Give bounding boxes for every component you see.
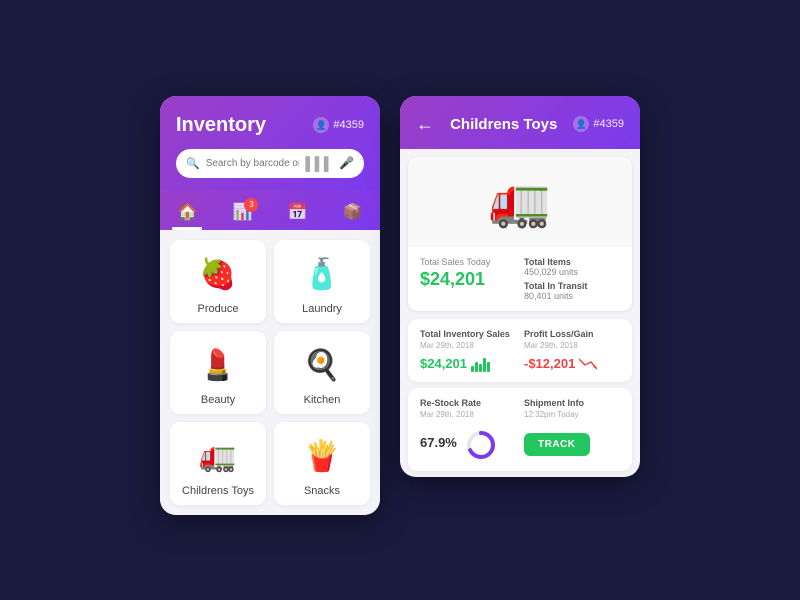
total-items-value: 450,029 units <box>524 267 620 277</box>
profit-date: Mar 29th, 2018 <box>524 341 620 350</box>
sales-today-value: $24,201 <box>420 269 516 290</box>
user-id: #4359 <box>333 119 364 131</box>
transit-value: 80,401 units <box>524 291 620 301</box>
shipment-date: 12:32pm Today <box>524 410 620 419</box>
toys-img: 🚛 <box>192 434 244 479</box>
nav-tab-calendar[interactable]: 📅 <box>280 198 316 226</box>
kitchen-label: Kitchen <box>304 394 341 406</box>
analytics-badge: 3 <box>244 198 258 212</box>
beauty-img: 💄 <box>192 343 244 388</box>
loss-chart <box>579 357 595 369</box>
search-icon: 🔍 <box>186 157 200 170</box>
profit-value: -$12,201 <box>524 356 620 371</box>
hero-card: 🚛 Total Sales Today $24,201 Total Items … <box>408 157 632 311</box>
toys-label: Childrens Toys <box>182 485 254 497</box>
search-input[interactable] <box>206 158 300 169</box>
profit-title: Profit Loss/Gain <box>524 329 620 339</box>
nav-tab-analytics[interactable]: 📊 3 <box>225 198 261 226</box>
inv-sales-date: Mar 29th, 2018 <box>420 341 516 350</box>
shipment-title: Shipment Info <box>524 398 620 408</box>
category-snacks[interactable]: 🍟 Snacks <box>274 422 370 505</box>
shipment-col: Shipment Info 12:32pm Today TRACK <box>524 398 620 461</box>
snacks-img: 🍟 <box>296 434 348 479</box>
produce-img: 🍓 <box>192 252 244 297</box>
category-beauty[interactable]: 💄 Beauty <box>170 331 266 414</box>
track-button[interactable]: TRACK <box>524 433 590 456</box>
user-badge: 👤 #4359 <box>313 117 364 133</box>
produce-label: Produce <box>198 303 239 315</box>
right-user-id: #4359 <box>593 118 624 130</box>
left-header: Inventory 👤 #4359 🔍 ▌▌▌ 🎤 <box>160 96 380 190</box>
sales-profit-cols: Total Inventory Sales Mar 29th, 2018 $24… <box>420 329 620 372</box>
nav-tab-packages[interactable]: 📦 <box>335 198 371 226</box>
calendar-icon: 📅 <box>288 202 308 222</box>
category-toys[interactable]: 🚛 Childrens Toys <box>170 422 266 505</box>
laundry-label: Laundry <box>302 303 342 315</box>
kitchen-img: 🍳 <box>296 343 348 388</box>
inventory-sales-col: Total Inventory Sales Mar 29th, 2018 $24… <box>420 329 516 372</box>
inv-sales-value: $24,201 <box>420 356 516 372</box>
sales-today-stat: Total Sales Today $24,201 <box>420 257 516 301</box>
sales-profit-card: Total Inventory Sales Mar 29th, 2018 $24… <box>408 319 632 382</box>
search-bar[interactable]: 🔍 ▌▌▌ 🎤 <box>176 149 364 178</box>
restock-shipment-cols: Re-Stock Rate Mar 29th, 2018 67.9% Shi <box>420 398 620 461</box>
sales-chart <box>471 356 490 372</box>
donut-chart <box>465 429 497 461</box>
items-stats: Total Items 450,029 units Total In Trans… <box>524 257 620 301</box>
profit-loss-col: Profit Loss/Gain Mar 29th, 2018 -$12,201 <box>524 329 620 372</box>
restock-col: Re-Stock Rate Mar 29th, 2018 67.9% <box>420 398 516 461</box>
transit-label: Total In Transit <box>524 281 620 291</box>
back-button[interactable]: ← <box>416 114 434 135</box>
category-grid: 🍓 Produce 🧴 Laundry 💄 Beauty 🍳 Kitchen 🚛… <box>160 230 380 515</box>
beauty-label: Beauty <box>201 394 235 406</box>
inv-sales-title: Total Inventory Sales <box>420 329 516 339</box>
snacks-label: Snacks <box>304 485 340 497</box>
right-header: ← Childrens Toys 👤 #4359 <box>400 96 640 149</box>
user-icon: 👤 <box>313 117 329 133</box>
sales-today-label: Total Sales Today <box>420 257 516 267</box>
nav-tabs: 🏠 📊 3 📅 📦 <box>160 190 380 230</box>
home-icon: 🏠 <box>178 202 198 222</box>
category-produce[interactable]: 🍓 Produce <box>170 240 266 323</box>
mic-icon[interactable]: 🎤 <box>339 156 354 170</box>
right-user-badge: 👤 #4359 <box>573 116 624 132</box>
detail-screen: ← Childrens Toys 👤 #4359 🚛 Total Sales T… <box>400 96 640 477</box>
product-image-area: 🚛 <box>408 157 632 247</box>
inventory-title: Inventory <box>176 114 266 137</box>
detail-title: Childrens Toys <box>450 116 557 133</box>
total-items-label: Total Items <box>524 257 620 267</box>
category-laundry[interactable]: 🧴 Laundry <box>274 240 370 323</box>
product-emoji: 🚛 <box>489 172 551 231</box>
hero-stats-row: Total Sales Today $24,201 Total Items 45… <box>408 247 632 311</box>
package-icon: 📦 <box>343 202 363 222</box>
nav-tab-home[interactable]: 🏠 <box>170 198 206 226</box>
right-user-icon: 👤 <box>573 116 589 132</box>
category-kitchen[interactable]: 🍳 Kitchen <box>274 331 370 414</box>
barcode-icon: ▌▌▌ <box>305 156 333 171</box>
inventory-screen: Inventory 👤 #4359 🔍 ▌▌▌ 🎤 🏠 📊 3 <box>160 96 380 515</box>
total-items: Total Items 450,029 units <box>524 257 620 277</box>
laundry-img: 🧴 <box>296 252 348 297</box>
restock-title: Re-Stock Rate <box>420 398 516 408</box>
restock-date: Mar 29th, 2018 <box>420 410 516 419</box>
restock-value: 67.9% <box>420 435 457 450</box>
restock-shipment-card: Re-Stock Rate Mar 29th, 2018 67.9% Shi <box>408 388 632 471</box>
total-transit: Total In Transit 80,401 units <box>524 281 620 301</box>
